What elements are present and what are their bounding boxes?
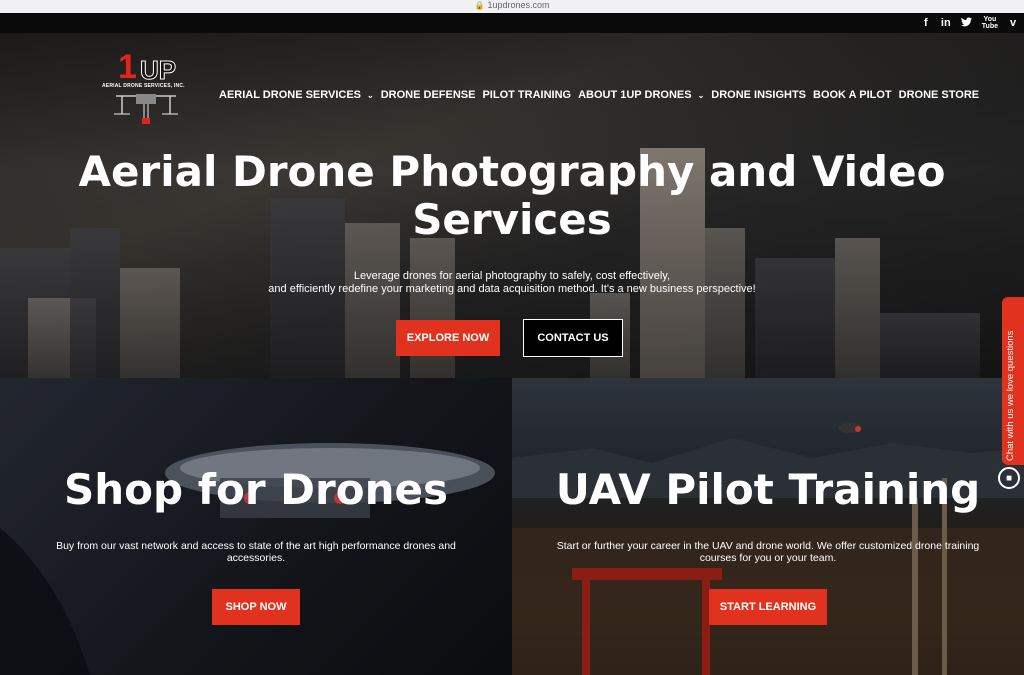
url-text: 1updrones.com [487, 0, 550, 10]
nav-item-label: BOOK A PILOT [813, 89, 892, 101]
hero-bg-building [880, 313, 980, 378]
nav-item-label: ABOUT 1UP DRONES [578, 89, 692, 101]
drone-logo-icon [114, 94, 178, 124]
training-panel [512, 378, 1024, 675]
hero-bg-building [835, 238, 880, 378]
twitter-icon[interactable] [960, 16, 972, 30]
nav-item-label: PILOT TRAINING [482, 89, 572, 101]
chat-tab[interactable]: Chat with us we love questions [1002, 297, 1024, 465]
nav-item-drone-defense[interactable]: DRONE DEFENSE [381, 89, 476, 101]
hero-title: Aerial Drone Photography and Video Servi… [0, 148, 1024, 244]
hero-bg-building [410, 238, 455, 378]
lock-icon: 🔒 [474, 1, 485, 10]
logo-up: UP [139, 55, 177, 85]
browser-url-bar[interactable]: 🔒 1updrones.com [0, 0, 1024, 13]
contact-us-button[interactable]: CONTACT US [523, 319, 623, 357]
logo-one: 1 [118, 48, 137, 86]
nav-item-label: DRONE INSIGHTS [711, 89, 806, 101]
linkedin-icon[interactable]: in [941, 17, 951, 29]
chevron-down-icon: ⌄ [367, 90, 374, 100]
chat-tab-text: Chat with us we love questions [1005, 330, 1016, 461]
youtube-icon-bottom: Tube [981, 23, 998, 30]
youtube-icon-top: You [983, 16, 997, 23]
top-social-bar [0, 13, 1024, 33]
shop-description: Buy from our vast network and access to … [0, 540, 512, 564]
drone-image [0, 443, 495, 675]
training-description-line: courses for you or your team. [699, 552, 837, 564]
nav-item-about[interactable]: ABOUT 1UP DRONES ⌄ [578, 89, 704, 101]
nav-item-label: DRONE DEFENSE [380, 89, 476, 101]
hero-bg-building [70, 228, 120, 378]
training-title: UAV Pilot Training [555, 465, 981, 514]
shop-now-button[interactable]: SHOP NOW [212, 589, 300, 625]
start-learning-button[interactable]: START LEARNING [709, 589, 827, 625]
hero-title-line: Services [412, 195, 612, 244]
facebook-icon[interactable]: f [921, 17, 931, 29]
hero-title-line: Aerial Drone Photography and Video [78, 147, 946, 196]
nav-item-drone-store[interactable]: DRONE STORE [899, 89, 979, 101]
chat-bubble-icon[interactable]: ■ [998, 467, 1020, 489]
hero-bg-building [345, 223, 400, 378]
youtube-icon[interactable]: You Tube [982, 16, 998, 30]
hero-subtitle-line: and efficiently redefine your marketing … [268, 283, 756, 295]
nav-item-label: AERIAL DRONE SERVICES [219, 89, 362, 101]
training-description: Start or further your career in the UAV … [512, 540, 1024, 564]
main-nav: AERIAL DRONE SERVICES ⌄ DRONE DEFENSE PI… [219, 89, 979, 101]
vimeo-icon[interactable]: v [1008, 17, 1018, 29]
refinery-image [512, 423, 1024, 675]
nav-item-pilot-training[interactable]: PILOT TRAINING [482, 89, 571, 101]
nav-item-aerial-drone-services[interactable]: AERIAL DRONE SERVICES ⌄ [219, 89, 374, 101]
nav-item-book-a-pilot[interactable]: BOOK A PILOT [813, 89, 892, 101]
shop-description-line: Buy from our vast network and access to … [56, 540, 456, 552]
hero-bg-building [705, 228, 745, 378]
shop-title: Shop for Drones [64, 465, 448, 514]
nav-item-drone-insights[interactable]: DRONE INSIGHTS [711, 89, 806, 101]
chevron-down-icon: ⌄ [697, 90, 705, 100]
hero-subtitle-line: Leverage drones for aerial photography t… [353, 270, 671, 282]
social-links: f in You Tube v [921, 13, 1018, 33]
training-description-line: Start or further your career in the UAV … [556, 540, 980, 552]
site-logo[interactable]: 1 UP AERIAL DRONE SERVICES, INC. [100, 50, 196, 130]
explore-now-button[interactable]: EXPLORE NOW [396, 320, 500, 356]
nav-item-label: DRONE STORE [898, 89, 980, 101]
shop-panel [0, 378, 512, 675]
shop-description-line: accessories. [226, 552, 286, 564]
hero-subtitle: Leverage drones for aerial photography t… [0, 270, 1024, 296]
